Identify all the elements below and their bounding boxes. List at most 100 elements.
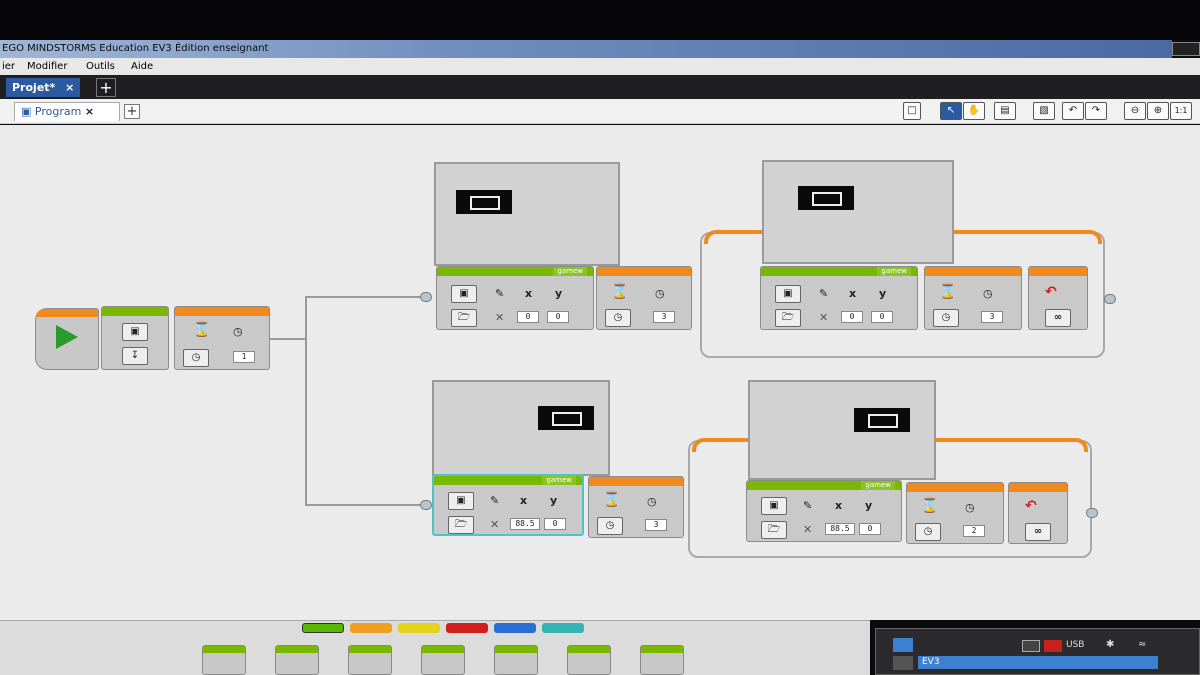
palette-tab-action[interactable] [302, 623, 344, 633]
wait-block[interactable]: ⌛ ◷ ◷ 3 [588, 476, 684, 538]
zoom-reset-button[interactable]: 1:1 [1170, 102, 1192, 120]
pan-hand-icon[interactable]: ✋ [963, 102, 985, 120]
loop-mode-infinite[interactable]: ∞ [1045, 309, 1071, 327]
palette-tab-sensor[interactable] [398, 623, 440, 633]
wait-seconds-value[interactable]: 2 [963, 525, 985, 537]
comment-icon[interactable]: □ [903, 102, 921, 120]
sequence-plug[interactable] [1104, 294, 1116, 304]
x-value[interactable]: 88.5 [825, 523, 855, 535]
menu-item-modifier[interactable]: Modifier [27, 58, 67, 75]
brick-info-icon[interactable] [893, 638, 913, 652]
palette-display-block[interactable] [494, 645, 538, 675]
sequence-plug[interactable] [420, 500, 432, 510]
display-icon: ▣ [775, 285, 801, 303]
window-control-icon[interactable] [1172, 42, 1200, 56]
file-name-label: gamew [877, 267, 911, 276]
program-icon: ▣ [21, 105, 32, 118]
display-icon: ▣ [451, 285, 477, 303]
stop-icon[interactable] [1044, 640, 1062, 652]
play-icon [56, 325, 78, 349]
close-icon[interactable]: × [65, 81, 74, 94]
sequence-plug[interactable] [1086, 508, 1098, 518]
block-header [495, 646, 537, 653]
close-icon[interactable]: × [85, 105, 94, 118]
palette-medium-motor-block[interactable] [202, 645, 246, 675]
redo-icon[interactable]: ↷ [1085, 102, 1107, 120]
palette-move-steering-block[interactable] [348, 645, 392, 675]
select-pointer-icon[interactable]: ↖ [940, 102, 962, 120]
loop-end-block[interactable]: ↶ ∞ [1028, 266, 1088, 330]
hourglass-icon: ⌛ [921, 498, 939, 514]
display-block[interactable]: gamew ▣ ✎ x y 🗁 ✕ 88.5 0 [746, 480, 902, 542]
x-value[interactable]: 0 [517, 311, 539, 323]
wait-block[interactable]: ⌛ ◷ ◷ 1 [174, 306, 270, 370]
download-icon: ↧ [122, 347, 148, 365]
tab-project-label: Projet* [12, 81, 56, 94]
x-value[interactable]: 88.5 [510, 518, 540, 530]
sequence-plug[interactable] [420, 292, 432, 302]
zoom-in-icon[interactable]: ⊕ [1147, 102, 1169, 120]
block-header [422, 646, 464, 653]
tab-project[interactable]: Projet* × [6, 78, 81, 97]
tab-program-label: Program [34, 105, 82, 118]
undo-icon[interactable]: ↶ [1062, 102, 1084, 120]
tab-program[interactable]: ▣ Program × [14, 102, 120, 121]
display-block[interactable]: gamew ▣ ✎ x y 🗁 ✕ 0 0 [436, 266, 594, 330]
comment-tool-icon[interactable]: ▤ [994, 102, 1016, 120]
add-program-button[interactable]: + [124, 104, 140, 119]
display-icon: ▣ [448, 492, 474, 510]
wait-seconds-value[interactable]: 3 [653, 311, 675, 323]
menu-item-aide[interactable]: Aide [131, 58, 153, 75]
port-view-icon[interactable] [893, 656, 913, 670]
wait-seconds-value[interactable]: 3 [981, 311, 1003, 323]
save-icon[interactable]: ▧ [1033, 102, 1055, 120]
palette-tab-advanced[interactable] [494, 623, 536, 633]
file-name-label: gamew [861, 481, 895, 490]
y-value[interactable]: 0 [871, 311, 893, 323]
y-value[interactable]: 0 [544, 518, 566, 530]
start-block[interactable] [35, 308, 99, 370]
wait-block[interactable]: ⌛ ◷ ◷ 3 [596, 266, 692, 330]
wait-mode-icon: ◷ [915, 523, 941, 541]
y-coordinate-icon: y [879, 287, 887, 300]
clear-off-icon: ✕ [490, 518, 500, 531]
menu-bar: ier Modifier Outils Aide [0, 58, 1200, 75]
palette-large-motor-block[interactable] [275, 645, 319, 675]
add-project-button[interactable]: + [96, 78, 116, 97]
palette-tab-data[interactable] [446, 623, 488, 633]
sequence-wire [270, 338, 306, 340]
display-block-selected[interactable]: gamew ▣ ✎ x y 🗁 ✕ 88.5 0 [432, 474, 584, 536]
x-coordinate-icon: x [520, 494, 528, 507]
wait-block[interactable]: ⌛ ◷ ◷ 2 [906, 482, 1004, 544]
block-header [925, 267, 1021, 276]
display-block[interactable]: gamew ▣ ✎ x y 🗁 ✕ 0 0 [760, 266, 918, 330]
x-value[interactable]: 0 [841, 311, 863, 323]
palette-sound-block[interactable] [567, 645, 611, 675]
display-init-block[interactable]: ▣ ↧ [101, 306, 169, 370]
usb-connection-label: USB [1066, 640, 1085, 650]
loop-end-block[interactable]: ↶ ∞ [1008, 482, 1068, 544]
hourglass-icon: ⌛ [193, 322, 211, 338]
download-run-icon[interactable] [1022, 640, 1040, 652]
menu-item-outils[interactable]: Outils [86, 58, 115, 75]
file-name-label: gamew [553, 267, 587, 276]
wait-block[interactable]: ⌛ ◷ ◷ 3 [924, 266, 1022, 330]
wait-seconds-value[interactable]: 3 [645, 519, 667, 531]
y-value[interactable]: 0 [859, 523, 881, 535]
palette-move-tank-block[interactable] [421, 645, 465, 675]
y-value[interactable]: 0 [547, 311, 569, 323]
eraser-icon: ✎ [819, 287, 829, 300]
palette-tab-flow[interactable] [350, 623, 392, 633]
image-preview-icon [456, 190, 512, 214]
menu-item-fichier[interactable]: ier [2, 58, 15, 75]
display-preview [748, 380, 936, 480]
brick-list-item[interactable]: EV3 [918, 656, 1158, 669]
palette-tab-myblocks[interactable] [542, 623, 584, 633]
palette-brick-light-block[interactable] [640, 645, 684, 675]
zoom-out-icon[interactable]: ⊖ [1124, 102, 1146, 120]
eraser-icon: ✎ [490, 494, 500, 507]
folder-icon: 🗁 [775, 309, 801, 327]
timer-icon: ◷ [983, 287, 993, 300]
loop-mode-infinite[interactable]: ∞ [1025, 523, 1051, 541]
wait-seconds-value[interactable]: 1 [233, 351, 255, 363]
